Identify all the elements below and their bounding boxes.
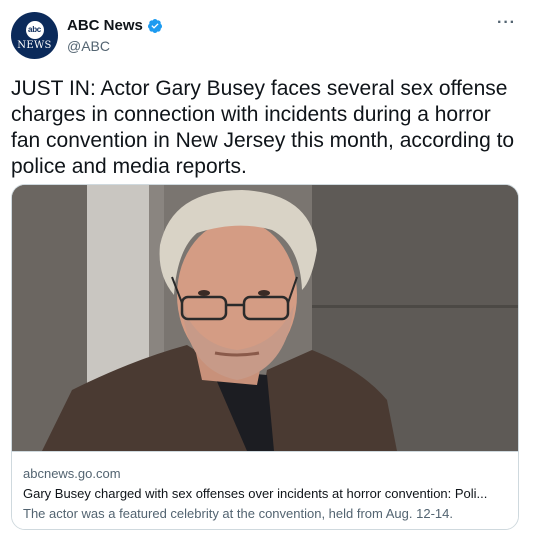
author-name-row: ABC News	[67, 17, 163, 34]
card-image	[12, 185, 518, 451]
abc-logo: abc	[25, 20, 44, 39]
avatar[interactable]: abc NEWS	[11, 12, 58, 59]
verified-badge-icon	[147, 18, 163, 34]
link-card[interactable]: abcnews.go.com Gary Busey charged with s…	[11, 184, 519, 530]
tweet: abc NEWS ABC News @ABC ··· JUST IN: Acto…	[0, 0, 534, 539]
card-title: Gary Busey charged with sex offenses ove…	[23, 486, 488, 501]
card-description: The actor was a featured celebrity at th…	[23, 506, 453, 521]
more-options-icon[interactable]: ···	[497, 14, 516, 32]
card-domain: abcnews.go.com	[23, 466, 121, 481]
card-meta: abcnews.go.com Gary Busey charged with s…	[12, 451, 518, 529]
news-wordmark: NEWS	[17, 39, 52, 51]
display-name[interactable]: ABC News	[67, 17, 143, 34]
handle[interactable]: @ABC	[67, 38, 110, 54]
tweet-text: JUST IN: Actor Gary Busey faces several …	[11, 77, 515, 178]
